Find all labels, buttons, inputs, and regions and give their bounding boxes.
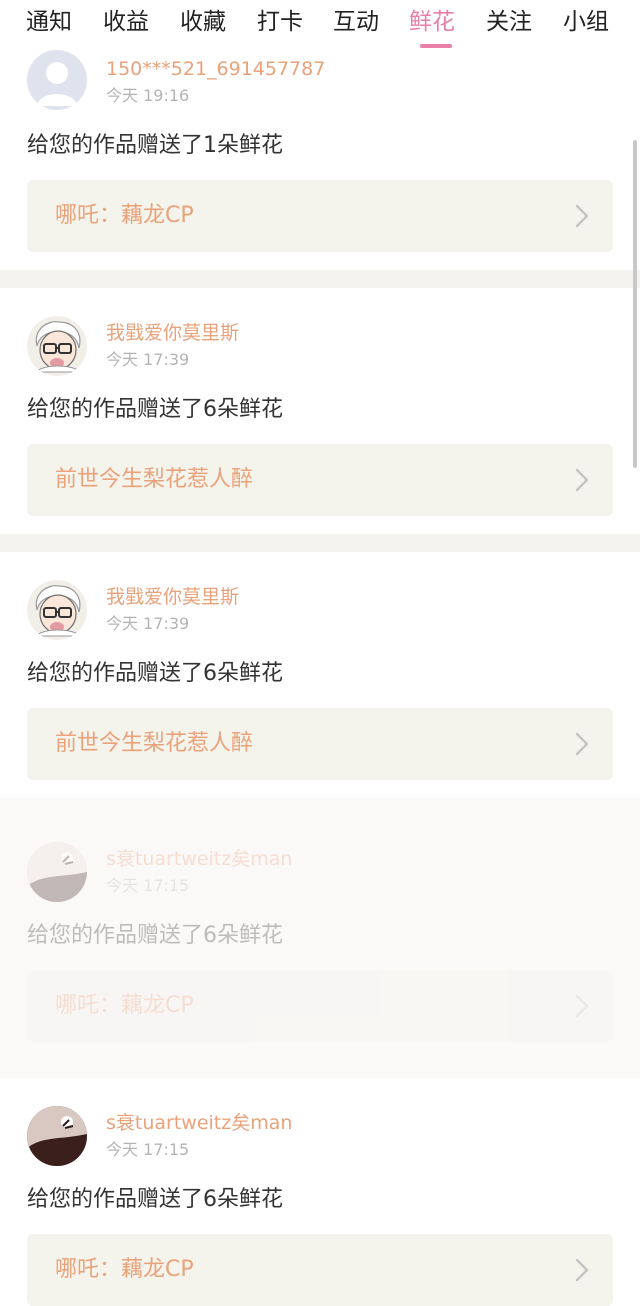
work-link-card[interactable]: 哪吒：藕龙CP [27, 180, 613, 252]
tab-interactions[interactable]: 互动 [333, 6, 379, 38]
notification-card: s衰tuartweitz矣man 今天 17:15 给您的作品赠送了6朵鲜花 哪… [0, 1078, 640, 1306]
tab-flowers[interactable]: 鲜花 [409, 6, 455, 38]
chevron-right-icon [575, 204, 589, 228]
notification-card: 我戥爱你莫里斯 今天 17:39 给您的作品赠送了6朵鲜花 前世今生梨花惹人醉 [0, 552, 640, 798]
sent-time: 今天 17:15 [106, 1140, 190, 1159]
sender-name[interactable]: 我戥爱你莫里斯 [106, 320, 239, 346]
default-avatar-icon[interactable] [27, 50, 87, 110]
work-link-card[interactable]: 前世今生梨花惹人醉 [27, 708, 613, 780]
cartoon-avatar[interactable] [27, 580, 87, 640]
sender-name[interactable]: s衰tuartweitz矣man [106, 846, 292, 872]
gift-message: 给您的作品赠送了6朵鲜花 [27, 397, 283, 422]
gift-message: 给您的作品赠送了6朵鲜花 [27, 661, 283, 686]
chevron-right-icon [575, 994, 589, 1018]
sent-time: 今天 17:39 [106, 614, 190, 633]
work-title: 哪吒：藕龙CP [55, 203, 194, 228]
card-separator [0, 534, 640, 552]
sender-name[interactable]: s衰tuartweitz矣man [106, 1110, 292, 1136]
gift-message: 给您的作品赠送了6朵鲜花 [27, 923, 283, 948]
photo-avatar[interactable] [27, 842, 87, 902]
tab-checkin[interactable]: 打卡 [257, 6, 303, 38]
sent-time: 今天 17:15 [106, 876, 190, 895]
card-separator [0, 270, 640, 288]
gift-message: 给您的作品赠送了6朵鲜花 [27, 1187, 283, 1212]
tab-following[interactable]: 关注 [486, 6, 532, 38]
tab-notifications[interactable]: 通知 [26, 6, 72, 38]
chevron-right-icon [575, 468, 589, 492]
work-title: 前世今生梨花惹人醉 [55, 731, 254, 756]
gift-message: 给您的作品赠送了1朵鲜花 [27, 133, 283, 158]
sender-name[interactable]: 150***521_691457787 [106, 56, 325, 82]
tab-groups[interactable]: 小组 [563, 6, 609, 38]
faded-card-content: s衰tuartweitz矣man 今天 17:15 给您的作品赠送了6朵鲜花 哪… [0, 798, 640, 1078]
sender-name[interactable]: 我戥爱你莫里斯 [106, 584, 239, 610]
sent-time: 今天 17:39 [106, 350, 190, 369]
chevron-right-icon [575, 732, 589, 756]
notification-card: 我戥爱你莫里斯 今天 17:39 给您的作品赠送了6朵鲜花 前世今生梨花惹人醉 [0, 288, 640, 534]
cartoon-avatar[interactable] [27, 316, 87, 376]
scrollbar[interactable] [633, 140, 637, 468]
work-title: 前世今生梨花惹人醉 [55, 467, 254, 492]
sent-time: 今天 19:16 [106, 86, 190, 105]
work-title: 哪吒：藕龙CP [55, 993, 194, 1018]
work-link-card[interactable]: 前世今生梨花惹人醉 [27, 444, 613, 516]
work-link-card[interactable]: 哪吒：藕龙CP [27, 1234, 613, 1306]
tab-earnings[interactable]: 收益 [103, 6, 149, 38]
flower-notification-feed[interactable]: 150***521_691457787 今天 19:16 给您的作品赠送了1朵鲜… [0, 0, 640, 1306]
chevron-right-icon [575, 1258, 589, 1282]
tab-favorites[interactable]: 收藏 [180, 6, 226, 38]
photo-avatar[interactable] [27, 1106, 87, 1166]
work-link-card[interactable]: 哪吒：藕龙CP [27, 970, 613, 1042]
notification-card: s衰tuartweitz矣man 今天 17:15 给您的作品赠送了6朵鲜花 哪… [0, 798, 640, 1078]
work-title: 哪吒：藕龙CP [55, 1257, 194, 1282]
top-tab-bar: 通知 收益 收藏 打卡 互动 鲜花 关注 小组 [0, 0, 640, 50]
active-tab-indicator [420, 44, 452, 48]
